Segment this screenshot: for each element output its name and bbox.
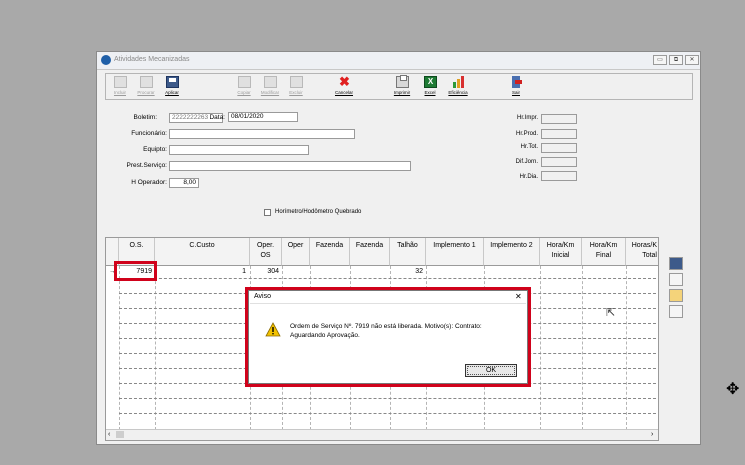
cell-talhao[interactable]: 32 bbox=[391, 267, 423, 277]
h-operador-field[interactable]: 8,00 bbox=[169, 178, 199, 188]
close-window-button[interactable]: ✕ bbox=[685, 55, 699, 65]
grid-check-button[interactable] bbox=[669, 289, 683, 302]
hr-tot-field bbox=[541, 143, 577, 153]
scroll-thumb[interactable] bbox=[116, 431, 124, 438]
grid-delete-button[interactable] bbox=[669, 273, 683, 286]
os-highlight-box bbox=[114, 261, 157, 281]
dialog-highlight-box bbox=[245, 287, 531, 387]
cell-c-custo[interactable]: 1 bbox=[156, 267, 246, 277]
sair-label: Sair bbox=[511, 90, 520, 95]
col-fazenda-2[interactable]: Fazenda bbox=[350, 238, 390, 266]
col-implemento-1[interactable]: Implemento 1 bbox=[426, 238, 484, 266]
app-icon bbox=[101, 55, 111, 65]
minimize-button[interactable]: ▭ bbox=[653, 55, 667, 65]
horimetro-checkbox-label: Horímetro/Hodômetro Quebrado bbox=[275, 209, 362, 215]
data-label: Data: bbox=[209, 114, 225, 121]
search-icon bbox=[140, 76, 153, 88]
mouse-pointer-icon: ⇱ bbox=[606, 307, 616, 319]
boletim-label: Boletim: bbox=[133, 114, 157, 121]
equipto-label: Equipto: bbox=[143, 146, 167, 153]
hr-impr-field bbox=[541, 114, 577, 124]
eficiencia-button[interactable]: Eficiência bbox=[446, 75, 470, 98]
hr-prod-label: Hr.Prod. bbox=[515, 131, 538, 137]
hr-tot-label: Hr.Tot. bbox=[520, 144, 538, 150]
scroll-right-icon[interactable]: › bbox=[651, 431, 653, 438]
modificar-button[interactable]: Modificar bbox=[258, 75, 282, 98]
hr-dia-label: Hr.Dia. bbox=[519, 174, 538, 180]
procurar-button[interactable]: Procurar bbox=[134, 75, 158, 98]
equipto-field[interactable] bbox=[169, 145, 309, 155]
grid-save-button[interactable] bbox=[669, 257, 683, 270]
col-c-custo[interactable]: C.Custo bbox=[155, 238, 250, 266]
printer-icon bbox=[396, 75, 409, 88]
prest-servico-label: Prest.Serviço: bbox=[126, 162, 167, 169]
row-divider bbox=[119, 278, 656, 279]
col-hora-km-inicial[interactable]: Hora/Km Inicial bbox=[540, 238, 582, 266]
scroll-left-icon[interactable]: ‹ bbox=[108, 431, 110, 438]
grid-divider bbox=[155, 266, 156, 430]
excel-button[interactable]: X Excel bbox=[418, 75, 442, 98]
dif-jorn-field bbox=[541, 157, 577, 167]
cancel-x-icon: ✖ bbox=[339, 74, 350, 89]
copy-icon bbox=[238, 76, 251, 88]
hr-prod-field bbox=[541, 129, 577, 139]
grid-note-button[interactable] bbox=[669, 305, 683, 318]
bar-chart-icon bbox=[452, 76, 465, 88]
col-implemento-2[interactable]: Implemento 2 bbox=[484, 238, 540, 266]
delete-icon bbox=[290, 76, 303, 88]
horizontal-scrollbar[interactable]: ‹ › bbox=[106, 429, 658, 440]
col-oper-os[interactable]: Oper. OS bbox=[250, 238, 282, 266]
excluir-label: Excluir bbox=[289, 90, 303, 95]
row-divider bbox=[119, 398, 656, 399]
cancelar-button[interactable]: ✖ Cancelar bbox=[332, 75, 356, 98]
restore-button[interactable]: ⧉ bbox=[669, 55, 683, 65]
excluir-button[interactable]: Excluir bbox=[284, 75, 308, 98]
sair-button[interactable]: Sair bbox=[504, 75, 528, 98]
col-talhao[interactable]: Talhão bbox=[390, 238, 426, 266]
row-divider bbox=[119, 413, 656, 414]
col-oper[interactable]: Oper bbox=[282, 238, 310, 266]
toolbar: Incluir Procurar Aplicar Copiar Modifica… bbox=[105, 73, 693, 100]
imprimir-button[interactable]: Imprimir bbox=[390, 75, 414, 98]
col-fazenda-1[interactable]: Fazenda bbox=[310, 238, 350, 266]
move-cursor-icon: ✥ bbox=[726, 381, 740, 398]
data-field[interactable]: 08/01/2020 bbox=[228, 112, 298, 122]
window-title: Atividades Mecanizadas bbox=[114, 56, 190, 63]
grid-divider bbox=[540, 266, 541, 430]
cancelar-label: Cancelar bbox=[334, 90, 353, 95]
aplicar-button[interactable]: Aplicar bbox=[160, 75, 184, 98]
funcionario-field[interactable] bbox=[169, 129, 355, 139]
h-operador-label: H Operador: bbox=[131, 179, 167, 186]
title-bar: Atividades Mecanizadas ▭ ⧉ ✕ bbox=[97, 52, 700, 70]
col-hora-km-final[interactable]: Hora/Km Final bbox=[582, 238, 626, 266]
col-horas-total[interactable]: Horas/K Total bbox=[626, 238, 658, 266]
hr-impr-label: Hr.Impr. bbox=[516, 115, 538, 121]
grid-divider bbox=[582, 266, 583, 430]
dif-jorn-label: Dif.Jorn. bbox=[515, 159, 538, 165]
aplicar-label: Aplicar bbox=[165, 90, 179, 95]
edit-icon bbox=[264, 76, 277, 88]
prest-servico-field[interactable] bbox=[169, 161, 411, 171]
grid-divider bbox=[626, 266, 627, 430]
save-disk-icon bbox=[166, 76, 179, 88]
add-record-icon bbox=[114, 76, 127, 88]
hr-dia-field bbox=[541, 171, 577, 181]
cell-oper-os[interactable]: 304 bbox=[251, 267, 279, 277]
horimetro-checkbox[interactable] bbox=[264, 209, 271, 216]
grid-divider bbox=[119, 266, 120, 430]
eficiencia-label: Eficiência bbox=[448, 90, 468, 95]
incluir-button[interactable]: Incluir bbox=[108, 75, 132, 98]
exit-door-icon bbox=[510, 76, 523, 88]
excel-icon: X bbox=[424, 76, 437, 88]
funcionario-label: Funcionário: bbox=[131, 130, 167, 137]
copiar-button[interactable]: Copiar bbox=[232, 75, 256, 98]
